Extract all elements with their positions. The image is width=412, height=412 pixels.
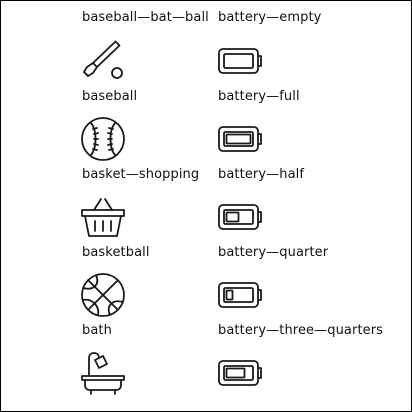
battery-quarter-icon xyxy=(217,271,265,319)
icon-label-baseball: baseball xyxy=(82,89,138,104)
icon-label-battery-empty: battery—empty xyxy=(218,10,322,25)
icon-label-battery-three-quarters: battery—three—quarters xyxy=(218,323,384,338)
icon-label-basketball: basketball xyxy=(82,245,150,260)
icon-label-battery-quarter: battery—quarter xyxy=(218,245,329,260)
basketball-icon xyxy=(79,271,127,319)
icon-label-battery-full: battery—full xyxy=(218,89,300,104)
battery-half-icon xyxy=(217,193,265,241)
battery-empty-icon xyxy=(217,37,265,85)
baseball-icon xyxy=(79,115,127,163)
battery-three-quarters-icon xyxy=(217,349,265,397)
icon-grid: baseball—bat—ball battery—empty baseball… xyxy=(0,0,412,412)
bath-icon xyxy=(79,349,127,397)
icon-label-basket-shopping: basket—shopping xyxy=(82,167,200,182)
icon-label-battery-half: battery—half xyxy=(218,167,305,182)
battery-full-icon xyxy=(217,115,265,163)
baseball-bat-ball-icon xyxy=(79,37,127,85)
icon-label-baseball-bat-ball: baseball—bat—ball xyxy=(82,10,209,25)
basket-shopping-icon xyxy=(79,193,127,241)
icon-label-bath: bath xyxy=(82,323,112,338)
